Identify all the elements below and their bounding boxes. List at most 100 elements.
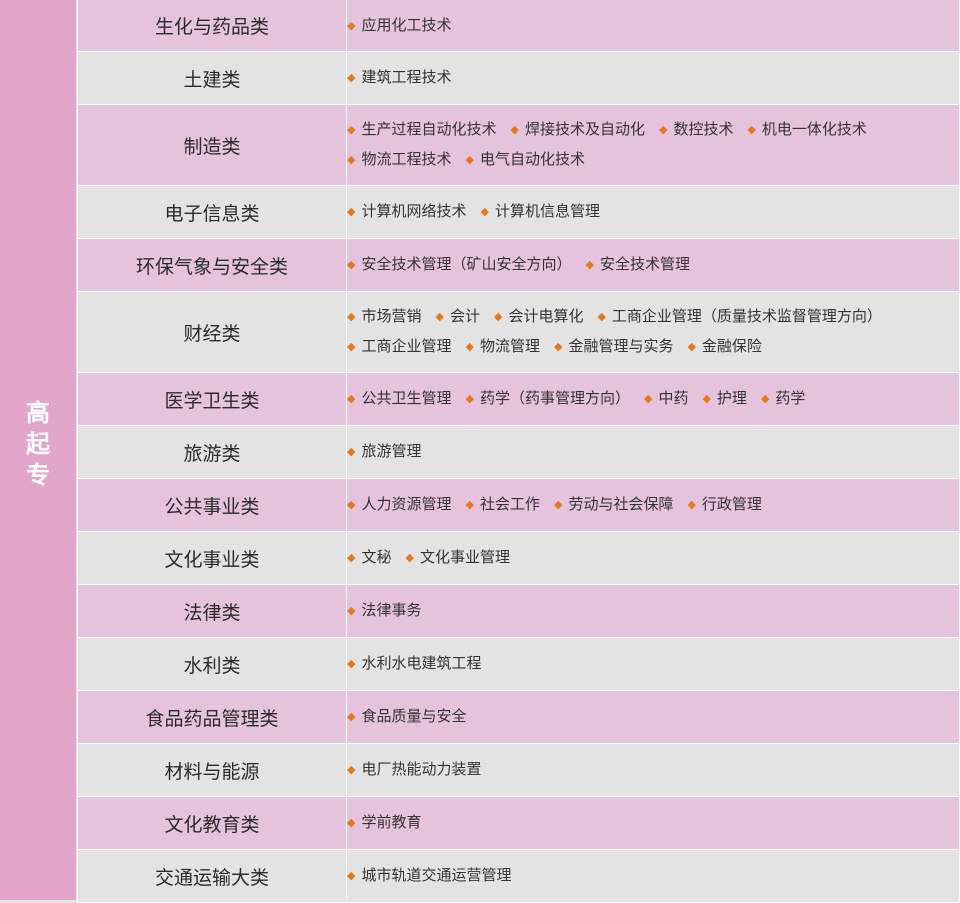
major-name: 机电一体化技术 [761,120,867,138]
sidebar-level-column: 高 起 专 [0,0,76,900]
diamond-bullet-icon: ◆ [687,498,696,511]
category-cell: 旅游类 [77,425,347,479]
diamond-bullet-icon: ◆ [347,710,356,723]
category-cell: 制造类 [77,104,347,186]
major-item: ◆ 食品质量与安全 [347,702,466,732]
diamond-bullet-icon: ◆ [687,340,696,353]
table-row: 水利类 ◆ 水利水电建筑工程 [77,637,960,691]
major-name: 学前教育 [361,813,422,831]
diamond-bullet-icon: ◆ [465,392,474,405]
category-cell: 公共事业类 [77,478,347,532]
major-name: 金融管理与实务 [568,337,674,355]
major-name: 电气自动化技术 [479,150,585,168]
major-item: ◆ 应用化工技术 [347,11,451,41]
major-name: 法律事务 [361,601,422,619]
category-cell: 水利类 [77,637,347,691]
major-item: ◆ 旅游管理 [347,437,421,467]
major-name: 文秘 [361,548,392,566]
majors-cell: ◆ 水利水电建筑工程 [346,637,960,691]
major-name: 应用化工技术 [361,15,452,34]
table-row: 文化事业类 ◆ 文秘 ◆ 文化事业管理 [77,531,960,585]
majors-cell: ◆ 公共卫生管理 ◆ 药学（药事管理方向） ◆ 中药 ◆ 护理 ◆ 药学 [346,372,960,426]
majors-cell: ◆ 市场营销 ◆ 会计 ◆ 会计电算化 ◆ 工商企业管理（质量技术监督管理方向） ◆ 工商企业管理… [346,291,960,373]
table-row: 材料与能源 ◆ 电厂热能动力装置 [77,743,960,797]
diamond-bullet-icon: ◆ [510,123,519,136]
major-item: ◆ 电气自动化技术 [465,145,584,175]
diamond-bullet-icon: ◆ [347,498,356,511]
majors-cell: ◆ 生产过程自动化技术 ◆ 焊接技术及自动化 ◆ 数控技术 ◆ 机电一体化技术◆ 物流工程技术 ◆… [346,104,960,186]
category-cell: 财经类 [77,291,347,373]
table-row: 文化教育类 ◆ 学前教育 [77,796,960,850]
major-item: ◆ 药学（药事管理方向） [465,384,629,414]
diamond-bullet-icon: ◆ [347,18,356,32]
major-name: 公共卫生管理 [361,389,452,407]
diamond-bullet-icon: ◆ [553,340,563,353]
category-cell: 生化与药品类 [77,0,347,52]
major-name: 建筑工程技术 [361,68,452,86]
diamond-bullet-icon: ◆ [465,340,474,353]
page: 高 起 专 生化与药品类 ◆ 应用化工技术 土建类 ◆ 建筑工程技术 制造类 ◆ 生产过程自动化… [0,0,960,903]
major-name: 金融保险 [701,337,762,355]
major-name: 生产过程自动化技术 [361,120,497,138]
major-item: ◆ 中药 [644,384,688,414]
major-item: ◆ 机电一体化技术 [747,115,866,145]
major-item: ◆ 文秘 [347,543,391,573]
majors-cell: ◆ 旅游管理 [346,425,960,479]
major-item: ◆ 金融保险 [687,332,761,362]
major-name: 电厂热能动力装置 [361,760,482,778]
major-name: 劳动与社会保障 [568,495,674,513]
table-row: 环保气象与安全类 ◆ 安全技术管理（矿山安全方向） ◆ 安全技术管理 [77,238,960,292]
major-item: ◆ 工商企业管理 [347,332,451,362]
majors-cell: ◆ 法律事务 [346,584,960,638]
major-item: ◆ 水利水电建筑工程 [347,649,481,679]
major-name: 城市轨道交通运营管理 [361,866,512,884]
diamond-bullet-icon: ◆ [347,763,356,776]
table-row: 食品药品管理类 ◆ 食品质量与安全 [77,690,960,744]
level-label: 高 起 专 [0,398,76,491]
level-char: 起 [26,430,50,458]
major-item: ◆ 焊接技术及自动化 [510,115,644,145]
major-item: ◆ 计算机信息管理 [480,197,599,227]
majors-cell: ◆ 文秘 ◆ 文化事业管理 [346,531,960,585]
major-name: 食品质量与安全 [361,707,467,725]
diamond-bullet-icon: ◆ [347,816,356,829]
major-name: 焊接技术及自动化 [524,120,645,138]
major-item: ◆ 会计 [435,302,479,332]
major-name: 人力资源管理 [361,495,452,513]
major-item: ◆ 人力资源管理 [347,490,451,520]
category-cell: 材料与能源 [77,743,347,797]
major-item: ◆ 行政管理 [687,490,761,520]
diamond-bullet-icon: ◆ [658,123,668,136]
category-cell: 文化教育类 [77,796,347,850]
category-cell: 食品药品管理类 [77,690,347,744]
diamond-bullet-icon: ◆ [435,310,444,323]
diamond-bullet-icon: ◆ [480,205,489,218]
major-item: ◆ 社会工作 [465,490,539,520]
major-name: 药学（药事管理方向） [479,389,630,407]
major-name: 物流管理 [479,337,540,355]
major-name: 旅游管理 [361,442,422,460]
diamond-bullet-icon: ◆ [347,392,356,405]
diamond-bullet-icon: ◆ [747,123,756,136]
table-row: 土建类 ◆ 建筑工程技术 [77,51,960,105]
major-name: 工商企业管理 [361,337,452,355]
diamond-bullet-icon: ◆ [347,551,356,564]
major-name: 工商企业管理（质量技术监督管理方向） [611,307,882,325]
diamond-bullet-icon: ◆ [347,657,356,670]
majors-table: 生化与药品类 ◆ 应用化工技术 土建类 ◆ 建筑工程技术 制造类 ◆ 生产过程自动化技术 ◆ 焊接技… [77,0,960,903]
major-name: 护理 [716,389,747,407]
major-item: ◆ 金融管理与实务 [554,332,673,362]
category-cell: 土建类 [77,51,347,105]
diamond-bullet-icon: ◆ [347,310,356,323]
majors-table-body: 生化与药品类 ◆ 应用化工技术 土建类 ◆ 建筑工程技术 制造类 ◆ 生产过程自动化技术 ◆ 焊接技… [77,0,960,903]
diamond-bullet-icon: ◆ [493,310,503,323]
majors-cell: ◆ 城市轨道交通运营管理 [346,849,960,903]
diamond-bullet-icon: ◆ [347,445,356,458]
diamond-bullet-icon: ◆ [347,869,356,882]
level-char: 高 [26,399,50,427]
table-row: 旅游类 ◆ 旅游管理 [77,425,960,479]
level-char: 专 [26,461,50,489]
category-cell: 法律类 [77,584,347,638]
major-item: ◆ 市场营销 [347,302,421,332]
diamond-bullet-icon: ◆ [465,498,474,511]
